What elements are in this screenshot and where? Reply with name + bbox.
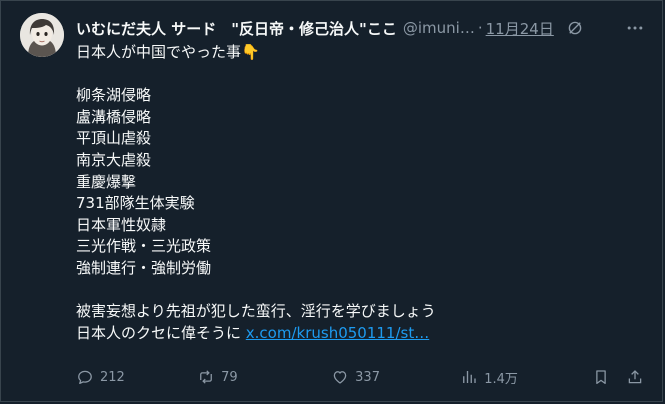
tweet-body: 日本人が中国でやった事👇 柳条湖侵略 盧溝橋侵略 平頂山虐殺 南京大虐殺 重慶爆… <box>76 42 646 344</box>
share-button[interactable] <box>626 368 644 386</box>
reply-button[interactable]: 212 <box>76 368 197 386</box>
body-blank-line <box>76 64 646 86</box>
grok-icon[interactable] <box>566 19 584 37</box>
body-line-text: 日本人のクセに偉そうに <box>76 323 246 342</box>
reply-icon <box>78 370 92 385</box>
tweet-header: いむにだ夫人 サード "反日帝・修己治人"ここ @imunida · 11月24… <box>76 16 646 40</box>
retweet-icon <box>200 370 213 384</box>
action-bar: 212 79 337 1.4万 <box>76 367 644 387</box>
bookmark-button[interactable] <box>592 368 626 386</box>
body-line: 日本人が中国でやった事👇 <box>76 43 260 61</box>
like-count: 337 <box>355 369 380 385</box>
reply-count: 212 <box>100 369 125 385</box>
body-line: 日本軍性奴隷 <box>76 215 167 234</box>
body-line: 三光作戦・三光政策 <box>76 237 212 256</box>
body-line: 盧溝橋侵略 <box>76 107 152 126</box>
separator-dot: · <box>477 19 483 37</box>
share-icon <box>628 370 642 384</box>
body-blank-line <box>76 280 646 302</box>
bookmark-icon <box>596 370 607 385</box>
heart-icon <box>333 371 347 384</box>
avatar[interactable] <box>20 13 64 57</box>
body-line: 強制連行・強制労働 <box>76 258 212 277</box>
views-button[interactable]: 1.4万 <box>460 368 592 387</box>
tweet-link[interactable]: x.com/krush050111/st… <box>246 324 429 342</box>
more-icon[interactable] <box>624 18 646 38</box>
body-line: 731部隊生体実験 <box>76 194 195 213</box>
body-line: 平頂山虐殺 <box>76 129 152 148</box>
retweet-count: 79 <box>221 369 238 385</box>
body-line: 被害妄想より先祖が犯した蛮行、淫行を学びましょう <box>76 302 436 321</box>
avatar-illustration <box>20 13 64 57</box>
retweet-button[interactable]: 79 <box>197 368 331 386</box>
view-count: 1.4万 <box>484 371 518 387</box>
like-button[interactable]: 337 <box>331 368 460 386</box>
user-handle[interactable]: @imunida <box>403 19 475 37</box>
body-line: 柳条湖侵略 <box>76 86 152 105</box>
display-name[interactable]: いむにだ夫人 サード "反日帝・修己治人"ここ <box>76 18 397 39</box>
body-line: 南京大虐殺 <box>76 150 152 169</box>
views-icon <box>463 371 476 383</box>
body-line-with-link: 日本人のクセに偉そうに x.com/krush050111/st… <box>76 323 646 345</box>
tweet-card[interactable]: いむにだ夫人 サード "反日帝・修己治人"ここ @imunida · 11月24… <box>0 0 663 402</box>
tweet-date[interactable]: 11月24日 <box>486 18 554 39</box>
body-line: 重慶爆撃 <box>76 172 137 191</box>
